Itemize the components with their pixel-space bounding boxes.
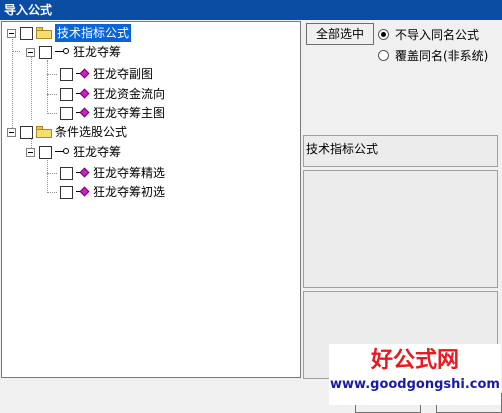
radio-label: 不导入同名公式 (395, 28, 480, 42)
category-label: 技术指标公式 (306, 142, 379, 156)
tree-line (12, 51, 20, 52)
tree-line (47, 160, 48, 193)
checkbox[interactable] (20, 26, 33, 40)
checkbox[interactable] (60, 67, 73, 81)
tree-leaf-label: 狂龙夺筹精选 (93, 166, 166, 180)
checkbox[interactable] (20, 125, 33, 139)
formula-icon (76, 186, 90, 198)
tree-leaf[interactable]: 狂龙夺筹精选 (60, 164, 165, 182)
tree-line (47, 74, 57, 75)
tree-leaf[interactable]: 狂龙夺筹主图 (60, 104, 165, 122)
tree-line (47, 173, 57, 174)
checkbox[interactable] (39, 145, 52, 159)
formula-icon (76, 88, 90, 100)
tree-node-group[interactable]: 狂龙夺筹 (26, 43, 121, 61)
collapse-icon[interactable] (7, 28, 16, 38)
category-info-panel: 技术指标公式 (303, 135, 498, 167)
tree-line (47, 94, 57, 95)
radio-label: 覆盖同名(非系统) (395, 49, 489, 63)
checkbox[interactable] (60, 106, 73, 120)
folder-icon (36, 27, 52, 39)
tree-line (47, 60, 48, 114)
tree-node-stock-selection[interactable]: 条件选股公式 (7, 123, 127, 141)
key-icon (55, 148, 69, 156)
tree-leaf[interactable]: 狂龙夺副图 (60, 65, 153, 83)
formula-icon (76, 167, 90, 179)
tree-leaf-label: 狂龙夺副图 (93, 67, 154, 81)
formula-description-panel (303, 170, 498, 288)
checkbox[interactable] (39, 45, 52, 59)
formula-icon (76, 107, 90, 119)
folder-icon (36, 126, 52, 138)
collapse-icon[interactable] (26, 47, 35, 57)
collapse-icon[interactable] (26, 147, 35, 157)
select-all-button[interactable]: 全部选中 (306, 23, 374, 45)
watermark: 好公式网 www.goodgongshi.com (329, 344, 501, 405)
radio-selected-icon[interactable] (378, 29, 389, 40)
collapse-icon[interactable] (7, 127, 16, 137)
watermark-title: 好公式网 (370, 348, 459, 373)
tree-node-group[interactable]: 狂龙夺筹 (26, 143, 121, 161)
watermark-url: www.goodgongshi.com (330, 377, 500, 392)
tree-line (47, 192, 57, 193)
tree-leaf[interactable]: 狂龙夺筹初选 (60, 183, 165, 201)
tree-leaf-label: 狂龙夺筹主图 (93, 106, 166, 120)
window-title: 导入公式 (0, 0, 502, 20)
tree-node-label: 条件选股公式 (55, 125, 128, 139)
tree-node-label: 狂龙夺筹 (73, 45, 122, 59)
checkbox[interactable] (60, 166, 73, 180)
radio-unselected-icon[interactable] (378, 50, 389, 61)
formula-icon (76, 68, 90, 80)
tree-node-label: 狂龙夺筹 (73, 145, 122, 159)
tree-leaf-label: 狂龙资金流向 (93, 87, 166, 101)
tree-node-label: 技术指标公式 (55, 24, 132, 42)
checkbox[interactable] (60, 87, 73, 101)
tree-node-technical-indicators[interactable]: 技术指标公式 (7, 24, 132, 42)
radio-overwrite-duplicates[interactable]: 覆盖同名(非系统) (378, 47, 488, 64)
formula-tree[interactable]: 技术指标公式 狂龙夺筹 狂龙夺副图 狂龙资金流向 狂龙夺筹主图 条件选股公式 狂… (1, 21, 301, 378)
tree-line (47, 113, 57, 114)
tree-leaf[interactable]: 狂龙资金流向 (60, 85, 165, 103)
tree-line (31, 54, 32, 120)
tree-leaf-label: 狂龙夺筹初选 (93, 185, 166, 199)
radio-skip-duplicates[interactable]: 不导入同名公式 (378, 26, 479, 43)
key-icon (55, 48, 69, 56)
checkbox[interactable] (60, 185, 73, 199)
